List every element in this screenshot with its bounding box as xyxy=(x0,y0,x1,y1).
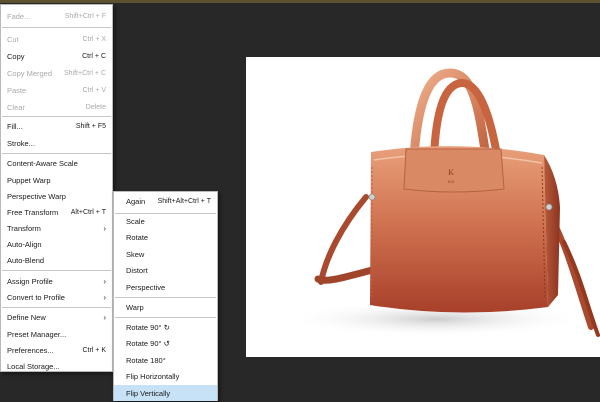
menu-item-define-new[interactable]: Define New › xyxy=(1,309,112,326)
menu-item-label: Fill... xyxy=(7,122,23,131)
menu-item-label: Preset Manager... xyxy=(7,330,67,339)
menu-item-assign-profile[interactable]: Assign Profile › xyxy=(1,273,112,290)
menu-item-label: Skew xyxy=(126,250,145,259)
submenu-item-rotate-180[interactable]: Rotate 180° xyxy=(114,352,217,369)
submenu-item-flip-horizontally[interactable]: Flip Horizontally xyxy=(114,368,217,385)
menu-item-label: Flip Horizontally xyxy=(126,372,180,381)
menu-item-shortcut: Shift+Ctrl + F xyxy=(64,13,106,20)
submenu-item-again[interactable]: Again Shift+Alt+Ctrl + T xyxy=(114,193,217,210)
menu-item-shortcut: Ctrl + X xyxy=(82,36,106,43)
menu-item-shortcut: Alt+Ctrl + T xyxy=(70,209,106,216)
menu-item-label: Stroke... xyxy=(7,139,35,148)
menu-item-copy[interactable]: Copy Ctrl + C xyxy=(1,48,112,65)
menu-item-auto-blend[interactable]: Auto-Blend xyxy=(1,252,112,269)
menu-item-label: Fade... xyxy=(7,12,31,21)
menu-item-cut[interactable]: Cut Ctrl + X xyxy=(1,31,112,48)
menu-separator xyxy=(115,317,216,318)
menu-item-shortcut: Ctrl + K xyxy=(82,347,106,354)
menu-item-puppet-warp[interactable]: Puppet Warp xyxy=(1,172,112,189)
menu-item-label: Rotate 180° xyxy=(126,356,166,365)
menu-item-transform[interactable]: Transform › xyxy=(1,220,112,237)
handbag-photo: K KUI xyxy=(246,57,600,357)
submenu-item-flip-vertically[interactable]: Flip Vertically xyxy=(114,385,217,401)
menu-item-shortcut: Shift+Ctrl + C xyxy=(63,70,106,77)
submenu-item-rotate-90-ccw[interactable]: Rotate 90° ↺ xyxy=(114,335,217,352)
menu-item-paste[interactable]: Paste Ctrl + V xyxy=(1,82,112,99)
submenu-item-rotate[interactable]: Rotate xyxy=(114,229,217,246)
menu-item-label: Free Transform xyxy=(7,208,59,217)
menu-item-preferences[interactable]: Preferences... Ctrl + K xyxy=(1,342,112,359)
menu-item-label: Clear xyxy=(7,103,25,112)
submenu-item-perspective[interactable]: Perspective xyxy=(114,279,217,296)
edit-menu: Fade... Shift+Ctrl + F Cut Ctrl + X Copy Ct… xyxy=(0,4,113,372)
submenu-item-distort[interactable]: Distort xyxy=(114,262,217,279)
document-canvas[interactable]: K KUI xyxy=(246,57,600,357)
menu-item-shortcut: Ctrl + V xyxy=(82,87,106,94)
menu-item-label: Local Storage... xyxy=(7,362,60,371)
menu-item-label: Copy xyxy=(7,52,25,61)
menu-separator xyxy=(2,270,111,271)
menu-item-auto-align[interactable]: Auto-Align xyxy=(1,236,112,253)
menu-item-label: Convert to Profile xyxy=(7,293,65,302)
menu-item-preset-manager[interactable]: Preset Manager... xyxy=(1,326,112,343)
menu-item-label: Cut xyxy=(7,35,19,44)
menu-item-perspective-warp[interactable]: Perspective Warp xyxy=(1,188,112,205)
menu-item-label: Flip Vertically xyxy=(126,389,171,398)
menu-separator xyxy=(115,297,216,298)
menu-item-copy-merged[interactable]: Copy Merged Shift+Ctrl + C xyxy=(1,65,112,82)
menu-item-label: Rotate 90° ↻ xyxy=(126,323,170,332)
menu-item-label: Rotate xyxy=(126,233,149,242)
submenu-item-scale[interactable]: Scale xyxy=(114,213,217,230)
menu-item-content-aware-scale[interactable]: Content-Aware Scale xyxy=(1,155,112,172)
menu-item-local-storage[interactable]: Local Storage... xyxy=(1,358,112,375)
chevron-right-icon: › xyxy=(103,277,106,286)
menu-item-label: Paste xyxy=(7,86,27,95)
menu-item-label: Preferences... xyxy=(7,346,54,355)
menu-item-label: Rotate 90° ↺ xyxy=(126,339,170,348)
menu-item-label: Copy Merged xyxy=(7,69,53,78)
menu-item-fade[interactable]: Fade... Shift+Ctrl + F xyxy=(1,8,112,25)
svg-text:KUI: KUI xyxy=(448,179,455,184)
menu-item-label: Content-Aware Scale xyxy=(7,159,78,168)
menu-separator xyxy=(2,153,111,154)
chevron-right-icon: › xyxy=(103,293,106,302)
menu-item-convert-to-profile[interactable]: Convert to Profile › xyxy=(1,289,112,306)
menu-item-label: Scale xyxy=(126,217,145,226)
svg-text:K: K xyxy=(448,168,454,177)
menu-item-stroke[interactable]: Stroke... xyxy=(1,135,112,152)
menu-item-shortcut: Ctrl + C xyxy=(82,53,106,60)
menu-item-label: Transform xyxy=(7,224,41,233)
menu-separator xyxy=(2,307,111,308)
transform-submenu: Again Shift+Alt+Ctrl + T Scale Rotate Ske… xyxy=(113,191,218,401)
menu-item-label: Auto-Blend xyxy=(7,256,45,265)
menu-item-label: Define New xyxy=(7,313,46,322)
menu-item-label: Again xyxy=(126,197,146,206)
menu-item-label: Auto-Align xyxy=(7,240,42,249)
menu-separator xyxy=(2,116,111,117)
chevron-right-icon: › xyxy=(103,313,106,322)
menu-item-shortcut: Delete xyxy=(85,104,106,111)
menu-item-label: Puppet Warp xyxy=(7,176,51,185)
menu-item-shortcut: Shift+Alt+Ctrl + T xyxy=(157,198,211,205)
menu-item-label: Warp xyxy=(126,303,144,312)
menu-item-label: Distort xyxy=(126,266,148,275)
menu-item-free-transform[interactable]: Free Transform Alt+Ctrl + T xyxy=(1,204,112,221)
menu-separator xyxy=(2,27,111,28)
submenu-item-warp[interactable]: Warp xyxy=(114,299,217,316)
menu-item-label: Assign Profile xyxy=(7,277,53,286)
menu-item-fill[interactable]: Fill... Shift + F5 xyxy=(1,118,112,135)
menu-item-label: Perspective xyxy=(126,283,166,292)
menu-item-shortcut: Shift + F5 xyxy=(75,123,106,130)
chevron-right-icon: › xyxy=(103,224,106,233)
submenu-item-skew[interactable]: Skew xyxy=(114,246,217,263)
menu-item-clear[interactable]: Clear Delete xyxy=(1,99,112,116)
menu-item-label: Perspective Warp xyxy=(7,192,66,201)
submenu-item-rotate-90-cw[interactable]: Rotate 90° ↻ xyxy=(114,319,217,336)
